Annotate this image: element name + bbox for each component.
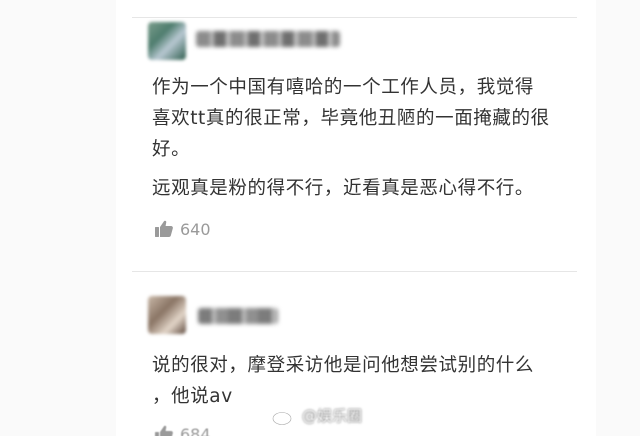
like-button[interactable]: 640 [154,219,211,239]
comment-line: 好。 [152,139,191,160]
comment-line: 远观真是粉的得不行，近看真是恶心得不行。 [152,178,535,199]
comment-line: 说的很对，摩登采访他是问他想尝试别的什么 [152,355,535,376]
avatar[interactable] [148,22,186,60]
like-count: 640 [180,219,211,239]
thumbs-up-icon [155,220,173,237]
comment-text: 作为一个中国有嘻哈的一个工作人员，我觉得 喜欢tt真的很正常，毕竟他丑陋的一面掩… [152,72,572,165]
comment-line: 喜欢tt真的很正常，毕竟他丑陋的一面掩藏的很 [152,108,550,129]
weibo-logo-icon [272,407,295,425]
comment-divider [132,271,577,272]
username-blurred[interactable] [196,31,340,47]
like-button[interactable]: 684 [154,424,211,436]
comment-text-extra: 远观真是粉的得不行，近看真是恶心得不行。 [152,173,572,204]
comment-feed-page: 作为一个中国有嘻哈的一个工作人员，我觉得 喜欢tt真的很正常，毕竟他丑陋的一面掩… [0,0,640,436]
username-blurred[interactable] [198,308,278,324]
comment-text: 说的很对，摩登采访他是问他想尝试别的什么 ，他说av [152,350,572,412]
thumbs-up-icon [155,425,173,436]
comment-line: 作为一个中国有嘻哈的一个工作人员，我觉得 [152,77,535,98]
like-count: 684 [180,424,211,436]
comment-divider [132,17,577,18]
avatar[interactable] [148,296,186,334]
weibo-watermark: @娱乐圈 [271,405,362,426]
watermark-text: @娱乐圈 [302,407,363,425]
